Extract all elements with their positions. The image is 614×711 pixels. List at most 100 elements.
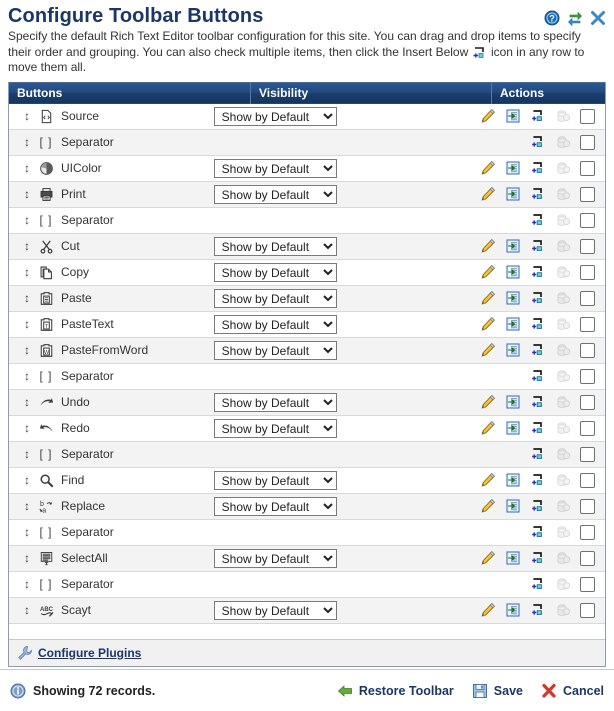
- insert-below-icon[interactable]: [530, 316, 546, 332]
- insert-icon[interactable]: [505, 186, 521, 202]
- select-checkbox[interactable]: [580, 577, 595, 592]
- edit-icon[interactable]: [480, 472, 496, 488]
- drag-handle-icon[interactable]: ↕: [19, 239, 35, 253]
- table-row[interactable]: ↕PrintShow by DefaultHide by DefaultDo n…: [9, 181, 605, 207]
- select-checkbox[interactable]: [580, 161, 595, 176]
- visibility-select[interactable]: Show by DefaultHide by DefaultDo not Sho…: [214, 341, 337, 360]
- insert-below-icon[interactable]: [530, 524, 546, 540]
- select-checkbox[interactable]: [580, 525, 595, 540]
- visibility-select[interactable]: Show by DefaultHide by DefaultDo not Sho…: [214, 185, 337, 204]
- drag-handle-icon[interactable]: ↕: [19, 213, 35, 227]
- refresh-icon[interactable]: [567, 10, 583, 26]
- insert-below-icon[interactable]: [530, 108, 546, 124]
- drag-handle-icon[interactable]: ↕: [19, 109, 35, 123]
- table-row[interactable]: ↕PasteShow by DefaultHide by DefaultDo n…: [9, 285, 605, 311]
- table-row[interactable]: ↕FindShow by DefaultHide by DefaultDo no…: [9, 467, 605, 493]
- visibility-select[interactable]: Show by DefaultHide by DefaultDo not Sho…: [214, 315, 337, 334]
- insert-icon[interactable]: [505, 160, 521, 176]
- edit-icon[interactable]: [480, 550, 496, 566]
- insert-below-icon[interactable]: [530, 446, 546, 462]
- drag-handle-icon[interactable]: ↕: [19, 577, 35, 591]
- delete-icon[interactable]: [555, 472, 571, 488]
- cancel-button[interactable]: Cancel: [541, 683, 604, 699]
- table-row[interactable]: ↕CopyShow by DefaultHide by DefaultDo no…: [9, 259, 605, 285]
- select-checkbox[interactable]: [580, 499, 595, 514]
- select-checkbox[interactable]: [580, 135, 595, 150]
- delete-icon[interactable]: [555, 290, 571, 306]
- insert-icon[interactable]: [505, 108, 521, 124]
- insert-below-icon[interactable]: [530, 498, 546, 514]
- drag-handle-icon[interactable]: ↕: [19, 473, 35, 487]
- select-checkbox[interactable]: [580, 187, 595, 202]
- edit-icon[interactable]: [480, 602, 496, 618]
- drag-handle-icon[interactable]: ↕: [19, 525, 35, 539]
- delete-icon[interactable]: [555, 576, 571, 592]
- table-row[interactable]: ↕UndoShow by DefaultHide by DefaultDo no…: [9, 389, 605, 415]
- insert-icon[interactable]: [505, 394, 521, 410]
- select-checkbox[interactable]: [580, 213, 595, 228]
- select-checkbox[interactable]: [580, 603, 595, 618]
- visibility-select[interactable]: Show by DefaultHide by DefaultDo not Sho…: [214, 237, 337, 256]
- delete-icon[interactable]: [555, 212, 571, 228]
- drag-handle-icon[interactable]: ↕: [19, 187, 35, 201]
- delete-icon[interactable]: [555, 134, 571, 150]
- table-row[interactable]: ↕[ ]Separator: [9, 129, 605, 155]
- visibility-select[interactable]: Show by DefaultHide by DefaultDo not Sho…: [214, 263, 337, 282]
- insert-icon[interactable]: [505, 498, 521, 514]
- select-checkbox[interactable]: [580, 265, 595, 280]
- edit-icon[interactable]: [480, 394, 496, 410]
- insert-below-icon[interactable]: [530, 186, 546, 202]
- insert-below-icon[interactable]: [530, 264, 546, 280]
- insert-icon[interactable]: [505, 550, 521, 566]
- edit-icon[interactable]: [480, 290, 496, 306]
- delete-icon[interactable]: [555, 420, 571, 436]
- column-header-buttons[interactable]: Buttons: [9, 82, 251, 104]
- help-icon[interactable]: ?: [544, 10, 560, 26]
- visibility-select[interactable]: Show by DefaultHide by DefaultDo not Sho…: [214, 419, 337, 438]
- insert-icon[interactable]: [505, 472, 521, 488]
- edit-icon[interactable]: [480, 316, 496, 332]
- drag-handle-icon[interactable]: ↕: [19, 447, 35, 461]
- delete-icon[interactable]: [555, 186, 571, 202]
- insert-below-icon[interactable]: [530, 160, 546, 176]
- visibility-select[interactable]: Show by DefaultHide by DefaultDo not Sho…: [214, 601, 337, 620]
- select-checkbox[interactable]: [580, 421, 595, 436]
- table-row[interactable]: ↕[ ]Separator: [9, 363, 605, 389]
- save-button[interactable]: Save: [472, 683, 523, 699]
- insert-icon[interactable]: [505, 342, 521, 358]
- select-checkbox[interactable]: [580, 291, 595, 306]
- select-checkbox[interactable]: [580, 395, 595, 410]
- insert-icon[interactable]: [505, 316, 521, 332]
- insert-icon[interactable]: [505, 238, 521, 254]
- insert-below-icon[interactable]: [530, 602, 546, 618]
- drag-handle-icon[interactable]: ↕: [19, 135, 35, 149]
- insert-below-icon[interactable]: [530, 290, 546, 306]
- table-row[interactable]: ↕baReplaceShow by DefaultHide by Default…: [9, 493, 605, 519]
- table-row[interactable]: ↕RedoShow by DefaultHide by DefaultDo no…: [9, 415, 605, 441]
- edit-icon[interactable]: [480, 186, 496, 202]
- table-row[interactable]: ↕WPasteFromWordShow by DefaultHide by De…: [9, 337, 605, 363]
- visibility-select[interactable]: Show by DefaultHide by DefaultDo not Sho…: [214, 471, 337, 490]
- drag-handle-icon[interactable]: ↕: [19, 265, 35, 279]
- table-row[interactable]: ↕TPasteTextShow by DefaultHide by Defaul…: [9, 311, 605, 337]
- table-row[interactable]: ↕CutShow by DefaultHide by DefaultDo not…: [9, 233, 605, 259]
- drag-handle-icon[interactable]: ↕: [19, 551, 35, 565]
- insert-below-icon[interactable]: [530, 342, 546, 358]
- select-checkbox[interactable]: [580, 369, 595, 384]
- delete-icon[interactable]: [555, 264, 571, 280]
- insert-below-icon[interactable]: [530, 212, 546, 228]
- restore-toolbar-button[interactable]: Restore Toolbar: [337, 683, 454, 699]
- delete-icon[interactable]: [555, 446, 571, 462]
- close-icon[interactable]: [590, 10, 606, 26]
- edit-icon[interactable]: [480, 108, 496, 124]
- table-row[interactable]: ↕UIColorShow by DefaultHide by DefaultDo…: [9, 155, 605, 181]
- insert-below-icon[interactable]: [530, 394, 546, 410]
- table-row[interactable]: ↕[ ]Separator: [9, 441, 605, 467]
- drag-handle-icon[interactable]: ↕: [19, 499, 35, 513]
- insert-below-icon[interactable]: [530, 472, 546, 488]
- drag-handle-icon[interactable]: ↕: [19, 603, 35, 617]
- select-checkbox[interactable]: [580, 109, 595, 124]
- visibility-select[interactable]: Show by DefaultHide by DefaultDo not Sho…: [214, 549, 337, 568]
- delete-icon[interactable]: [555, 394, 571, 410]
- delete-icon[interactable]: [555, 108, 571, 124]
